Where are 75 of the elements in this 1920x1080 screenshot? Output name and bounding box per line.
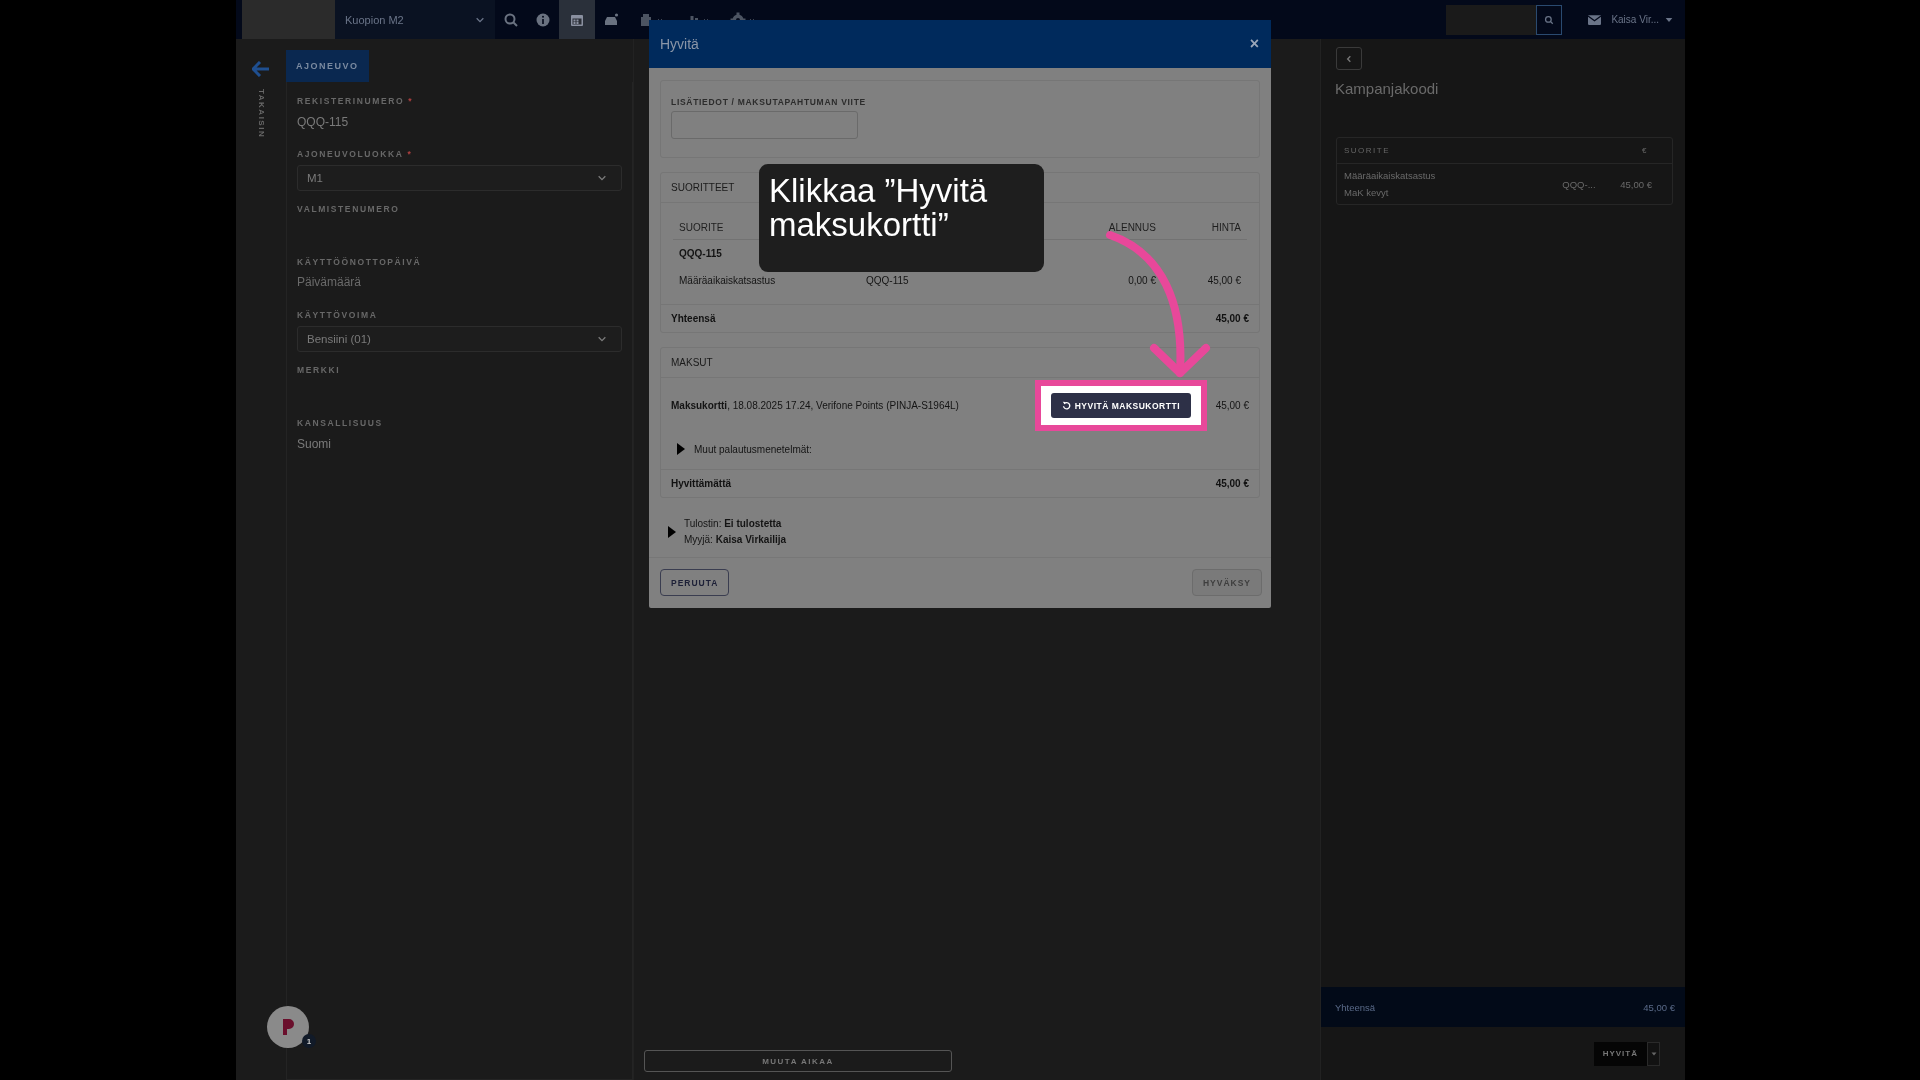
field-label: VALMISTENUMERO (297, 204, 400, 214)
field-label: MERKKI (297, 365, 341, 375)
field-label: KANSALLISUUS (297, 418, 383, 428)
payment-amount: 45,00 € (1214, 400, 1249, 411)
triangle-right-icon (677, 443, 685, 455)
item-name: Määräaikaiskatsastus (1344, 170, 1437, 181)
column-header: SUORITE (1344, 146, 1391, 155)
search-field[interactable] (1446, 4, 1537, 35)
item-price: 45,00 € (1620, 178, 1652, 190)
column-header: HINTA (1210, 221, 1242, 233)
table-cell-text: 45,00 € (1206, 275, 1242, 286)
back-arrow-icon[interactable] (252, 61, 270, 77)
field-label: KÄYTTÖÖNOTTOPÄIVÄ (297, 257, 422, 267)
field-label: AJONEUVOLUOKKA (297, 149, 404, 159)
cancel-button[interactable]: PERUUTA (660, 569, 730, 596)
refund-button[interactable]: HYVITÄ (1593, 1041, 1647, 1066)
chevron-left-icon (1345, 54, 1353, 63)
caret-icon (1650, 1050, 1657, 1057)
back-label[interactable]: TAKAISIN (256, 89, 266, 139)
notification-badge: 1 (302, 1034, 316, 1048)
remaining-value: 45,00 € (1215, 478, 1249, 489)
select-field[interactable]: Bensiini (01) (297, 326, 622, 352)
vehicle-tab[interactable]: AJONEUVO (286, 50, 369, 82)
field-value: QQQ-115 (297, 115, 350, 129)
total-label: Yhteensä (1335, 1001, 1376, 1013)
expander[interactable]: Muut palautusmenetelmät: (661, 431, 1259, 469)
table-cell-text: QQQ-115 (866, 275, 910, 286)
payment-description: Maksukortti, 18.08.2025 17.24, Verifone Points (PINJA-S1964L) (671, 400, 960, 411)
chevron-down-icon (597, 334, 607, 344)
nav-button[interactable] (559, 0, 595, 39)
caret-icon (748, 16, 755, 23)
field-label: KÄYTTÖVOIMA (297, 310, 378, 320)
caret-icon (656, 16, 663, 23)
info-icon (535, 11, 551, 28)
item-subtitle: MaK kevyt (1344, 187, 1390, 198)
group-title: QQQ-115 (678, 248, 723, 259)
caret-icon (702, 16, 709, 23)
info-line: Tulostin: Ei tulostetta (684, 518, 783, 529)
select-field[interactable]: M1 (297, 165, 622, 191)
triangle-right-icon[interactable] (668, 525, 676, 538)
item-code: QQQ-... (1562, 178, 1597, 190)
field-label: REKISTERINUMERO (297, 96, 405, 106)
date-field[interactable]: Päivämäärä (297, 275, 497, 289)
change-time-button[interactable]: MUUTA AIKAA (644, 1050, 952, 1072)
location-select[interactable]: Kuopion M2 (335, 0, 495, 39)
column-header: ALENNUS (1107, 221, 1156, 233)
app-logo-button[interactable] (267, 1006, 309, 1048)
campaign-code-title: Kampanjakoodi (1335, 80, 1440, 97)
required-mark: * (407, 149, 413, 159)
search-icon (1544, 14, 1555, 25)
dialog-title: Hyvitä (660, 36, 699, 52)
info-line: Myyjä: Kaisa Virkailija (684, 534, 787, 545)
field-label: LISÄTIEDOT / MAKSUTAPAHTUMAN VIITE (671, 97, 867, 107)
total-label: Yhteensä (671, 313, 716, 324)
chevron-down-icon (597, 173, 607, 183)
refund-card-button[interactable]: HYVITÄ MAKSUKORTTI (1050, 393, 1191, 418)
required-mark: * (408, 96, 414, 106)
dropdown-button[interactable] (1647, 1041, 1660, 1066)
logo-icon (281, 1017, 295, 1037)
back-button[interactable] (1336, 47, 1362, 70)
user-menu[interactable]: Kaisa Vir... (1611, 14, 1673, 25)
search-button[interactable] (1536, 4, 1563, 35)
caret-icon (1665, 15, 1673, 24)
refresh-icon (1061, 401, 1071, 410)
search-icon (503, 11, 519, 28)
remaining-label: Hyvittämättä (671, 478, 732, 489)
mail-icon[interactable] (1588, 14, 1602, 25)
table-cell-text: 0,00 € (1127, 275, 1156, 286)
total-value: 45,00 € (1643, 1001, 1675, 1013)
close-button[interactable]: × (1249, 35, 1259, 53)
column-header: € (1642, 146, 1648, 155)
section-title: MAKSUT (661, 348, 1259, 378)
field-value: Suomi (297, 437, 332, 451)
total-value: 45,00 € (1215, 313, 1249, 324)
table-cell-text: Määräaikaiskatsastus (678, 275, 777, 286)
